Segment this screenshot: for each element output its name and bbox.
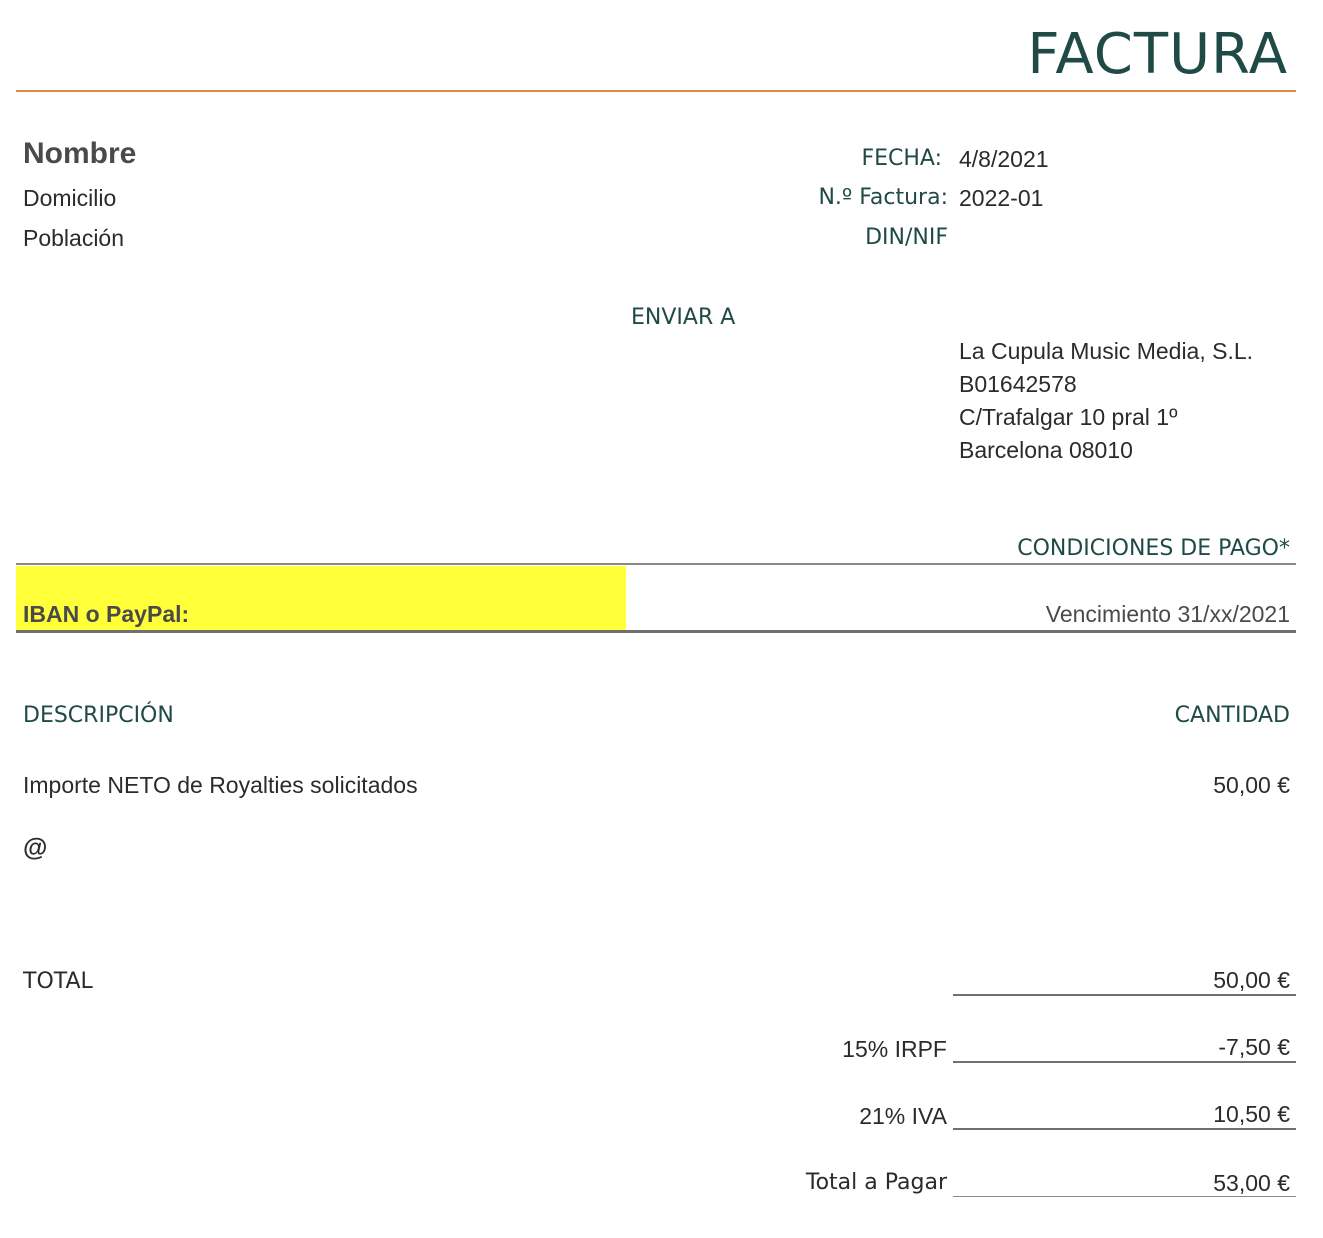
total-value: 50,00 € (1213, 967, 1290, 993)
recipient-line-3: C/Trafalgar 10 pral 1º (959, 404, 1178, 430)
sender-address: Domicilio (23, 185, 117, 211)
ship-to-label: ENVIAR A (631, 305, 736, 330)
date-label: FECHA: (861, 146, 942, 171)
description-header: DESCRIPCIÓN (23, 703, 174, 728)
invoice-number-label: N.º Factura: (818, 185, 948, 210)
sender-name: Nombre (23, 137, 137, 170)
date-value: 4/8/2021 (959, 146, 1049, 172)
recipient-line-1: La Cupula Music Media, S.L. (959, 338, 1254, 364)
recipient-line-2: B01642578 (959, 371, 1077, 397)
irpf-underline (953, 1061, 1296, 1063)
item-amount: 50,00 € (1213, 772, 1290, 798)
iva-label: 21% IVA (859, 1103, 947, 1129)
irpf-label: 15% IRPF (842, 1036, 947, 1062)
payment-top-divider (16, 563, 1296, 565)
payment-due: Vencimiento 31/xx/2021 (1045, 601, 1290, 627)
sender-city: Población (23, 225, 125, 251)
recipient-line-4: Barcelona 08010 (959, 437, 1133, 463)
total-label: TOTAL (23, 969, 93, 994)
payment-terms-label: CONDICIONES DE PAGO* (1017, 536, 1290, 561)
iva-value: 10,50 € (1213, 1101, 1290, 1127)
amount-header: CANTIDAD (1174, 703, 1290, 728)
invoice-number-value: 2022-01 (959, 185, 1044, 211)
iban-label: IBAN o PayPal: (23, 601, 190, 627)
iva-underline (953, 1128, 1296, 1130)
header-divider (16, 90, 1296, 92)
payment-bottom-divider (16, 630, 1296, 633)
item-description: Importe NETO de Royalties solicitados (23, 772, 418, 798)
irpf-value: -7,50 € (1218, 1034, 1290, 1060)
invoice-title: FACTURA (1027, 22, 1288, 87)
grand-total-value: 53,00 € (1213, 1170, 1290, 1196)
nif-label: DIN/NIF (865, 225, 948, 250)
grand-total-underline (953, 1196, 1296, 1197)
grand-total-label: Total a Pagar (805, 1170, 947, 1195)
item-description: @ (23, 834, 48, 862)
total-underline (953, 994, 1296, 996)
